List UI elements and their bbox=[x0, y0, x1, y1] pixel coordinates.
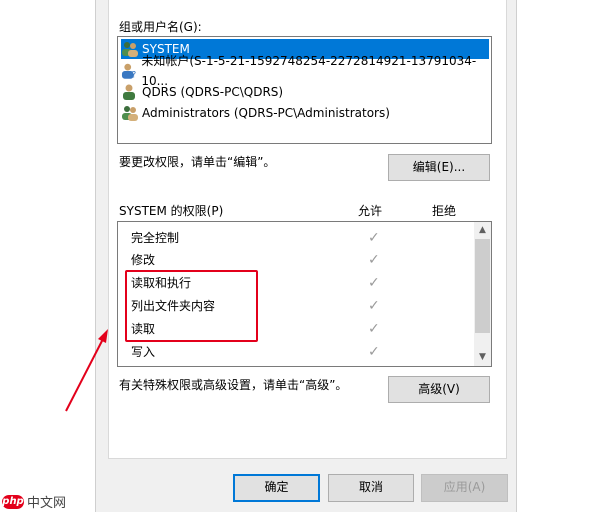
permission-row: 写入 bbox=[131, 341, 155, 363]
allow-check-icon: ✓ bbox=[368, 321, 380, 337]
user-item-unknown[interactable]: ? 未知帐户(S-1-5-21-1592748254-2272814921-13… bbox=[121, 54, 489, 88]
permission-name: 写入 bbox=[131, 345, 156, 359]
apply-button[interactable]: 应用(A) bbox=[421, 474, 508, 502]
deny-header: 拒绝 bbox=[432, 204, 457, 218]
user-icon bbox=[123, 84, 135, 100]
php-logo-icon: php bbox=[2, 494, 24, 509]
annotation-arrow-icon bbox=[65, 329, 108, 412]
svg-text:?: ? bbox=[132, 71, 137, 79]
permission-row: 修改 bbox=[131, 249, 155, 271]
ok-button[interactable]: 确定 bbox=[233, 474, 320, 502]
users-group-icon bbox=[122, 106, 138, 121]
highlight-annotation bbox=[125, 270, 258, 342]
allow-check-icon: ✓ bbox=[368, 275, 380, 291]
advanced-hint: 有关特殊权限或高级设置，请单击“高级”。 bbox=[119, 378, 348, 392]
user-name: QDRS (QDRS-PC\QDRS) bbox=[142, 85, 284, 99]
allow-check-icon: ✓ bbox=[368, 230, 380, 246]
advanced-button[interactable]: 高级(V) bbox=[388, 376, 490, 403]
groups-label: 组或用户名(G): bbox=[119, 20, 202, 34]
permission-row: 完全控制 bbox=[131, 227, 179, 249]
user-name: Administrators (QDRS-PC\Administrators) bbox=[142, 106, 390, 120]
users-group-icon bbox=[122, 42, 138, 57]
scroll-up-icon[interactable]: ▲ bbox=[474, 222, 491, 239]
permissions-scrollbar[interactable]: ▲ ▼ bbox=[474, 222, 491, 366]
allow-header: 允许 bbox=[358, 204, 383, 218]
edit-button[interactable]: 编辑(E)... bbox=[388, 154, 490, 181]
permissions-label: SYSTEM 的权限(P) bbox=[119, 204, 224, 218]
cancel-button[interactable]: 取消 bbox=[328, 474, 414, 502]
permission-name: 修改 bbox=[131, 253, 156, 267]
users-listbox[interactable]: SYSTEM ? 未知帐户(S-1-5-21-1592748254-227281… bbox=[117, 36, 492, 144]
user-item-qdrs[interactable]: QDRS (QDRS-PC\QDRS) bbox=[121, 82, 489, 102]
user-item-administrators[interactable]: Administrators (QDRS-PC\Administrators) bbox=[121, 103, 489, 123]
scroll-down-icon[interactable]: ▼ bbox=[474, 349, 491, 366]
allow-check-icon: ✓ bbox=[368, 344, 380, 360]
watermark-text: 中文网 bbox=[27, 496, 67, 511]
change-hint: 要更改权限，请单击“编辑”。 bbox=[119, 155, 276, 169]
permission-name: 完全控制 bbox=[131, 231, 180, 245]
watermark-logo: php 中文网 bbox=[2, 492, 66, 511]
unknown-user-icon: ? bbox=[121, 63, 137, 79]
scroll-thumb[interactable] bbox=[475, 239, 490, 333]
allow-check-icon: ✓ bbox=[368, 298, 380, 314]
allow-check-icon: ✓ bbox=[368, 252, 380, 268]
